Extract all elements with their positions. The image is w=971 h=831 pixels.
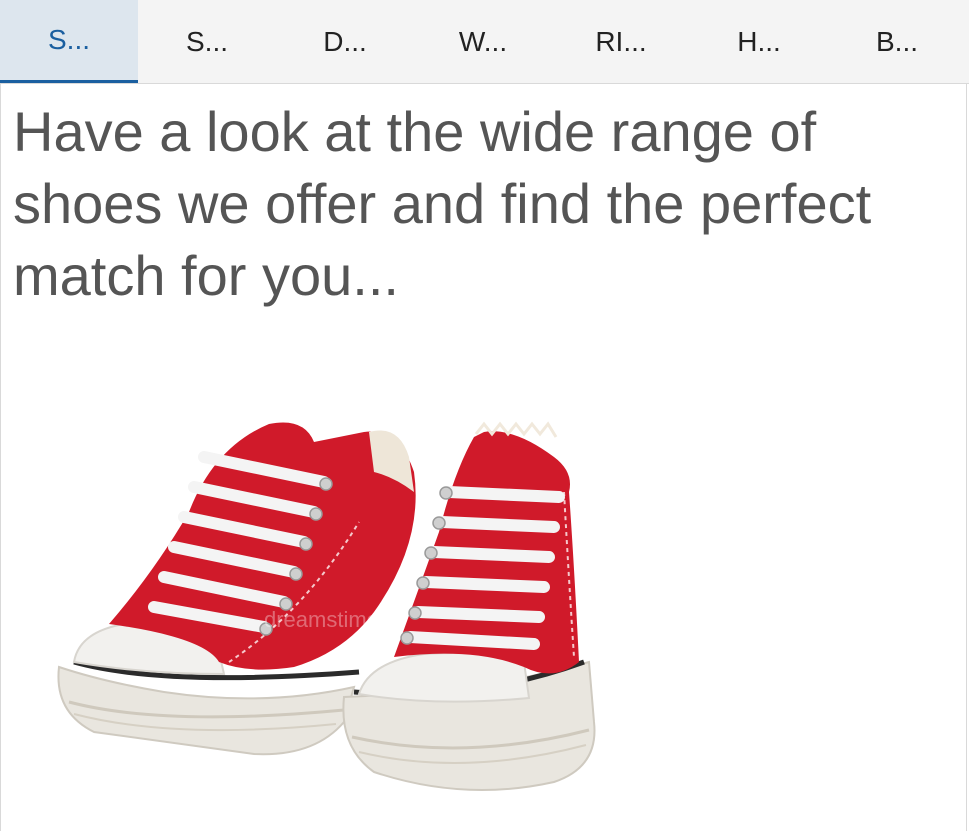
tab-7[interactable]: B... xyxy=(828,0,966,83)
tab-5[interactable]: RI... xyxy=(552,0,690,83)
tab-4[interactable]: W... xyxy=(414,0,552,83)
sneakers-image: dreamstime xyxy=(57,421,596,791)
tab-1[interactable]: S... xyxy=(0,0,138,83)
tab-2[interactable]: S... xyxy=(138,0,276,83)
watermark: dreamstime xyxy=(264,607,379,632)
tab-bar: S... S... D... W... RI... H... B... xyxy=(0,0,969,84)
tab-6[interactable]: H... xyxy=(690,0,828,83)
headline: Have a look at the wide range of shoes w… xyxy=(13,100,872,307)
tab-3[interactable]: D... xyxy=(276,0,414,83)
